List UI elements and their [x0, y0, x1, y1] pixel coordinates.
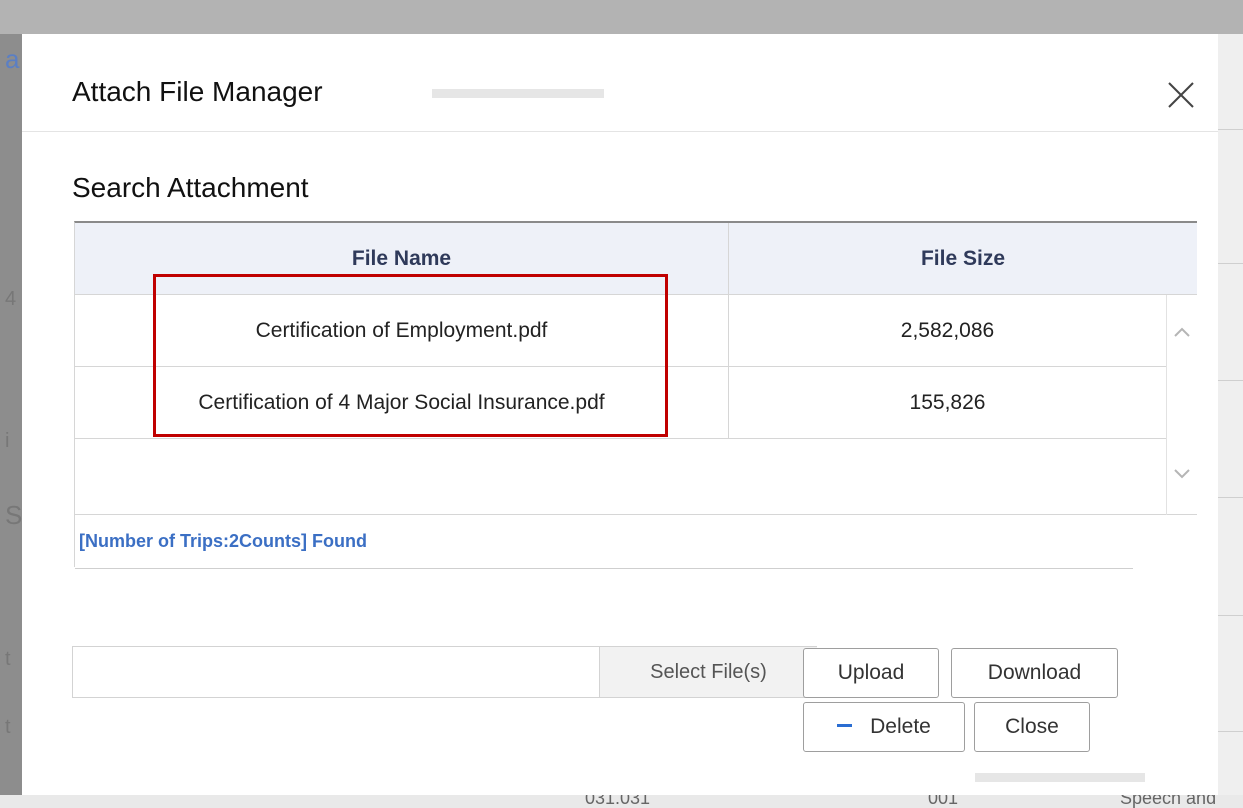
minus-icon: [837, 724, 853, 728]
attach-file-manager-dialog: Attach File Manager Search Attachment Fi…: [22, 34, 1218, 795]
background-text: 001: [928, 795, 959, 808]
download-button[interactable]: Download: [951, 648, 1118, 698]
upload-button[interactable]: Upload: [803, 648, 939, 698]
result-count-text: [Number of Trips:2Counts] Found: [79, 531, 367, 551]
background-divider: [1218, 129, 1243, 130]
table-scrollbar[interactable]: [1166, 295, 1197, 515]
chevron-down-icon[interactable]: [1173, 467, 1191, 479]
close-icon[interactable]: [1164, 78, 1198, 112]
column-header-file-size[interactable]: File Size: [729, 223, 1197, 295]
background-right-panel: [1218, 34, 1243, 808]
background-divider: [1218, 615, 1243, 616]
chevron-up-icon[interactable]: [1173, 325, 1191, 337]
background-divider: [1218, 497, 1243, 498]
file-size-cell: 155,826: [909, 391, 986, 414]
footer-placeholder-bar: [975, 773, 1145, 782]
close-button[interactable]: Close: [974, 702, 1090, 752]
background-glyph: 4: [5, 288, 17, 310]
select-file-button[interactable]: Select File(s): [599, 647, 817, 697]
background-divider: [1218, 380, 1243, 381]
background-text: 031.031: [585, 795, 651, 808]
file-path-input[interactable]: [73, 647, 599, 697]
background-bottom-strip: 031.031 001 Speech and: [0, 795, 1243, 808]
section-title: Search Attachment: [72, 172, 309, 203]
background-glyph: a: [5, 44, 20, 74]
table-footer: [Number of Trips:2Counts] Found: [75, 515, 1133, 569]
highlight-box: [153, 274, 668, 437]
delete-button-label: Delete: [870, 715, 931, 738]
file-size-cell: 2,582,086: [900, 319, 995, 342]
background-text: Speech and: [1120, 795, 1217, 808]
background-divider: [1218, 731, 1243, 732]
background-glyph: t: [5, 648, 11, 670]
background-divider: [1218, 263, 1243, 264]
dialog-title: Attach File Manager: [72, 76, 323, 107]
background-top-strip: [0, 0, 1243, 34]
file-selector[interactable]: Select File(s): [72, 646, 817, 698]
background-glyph: i: [5, 430, 10, 452]
table-empty-area: [75, 439, 1197, 515]
dialog-header: Attach File Manager: [22, 34, 1218, 132]
background-glyph: S: [5, 500, 23, 530]
delete-button[interactable]: Delete: [803, 702, 965, 752]
background-glyph: t: [5, 716, 11, 738]
title-placeholder-bar: [432, 89, 604, 98]
